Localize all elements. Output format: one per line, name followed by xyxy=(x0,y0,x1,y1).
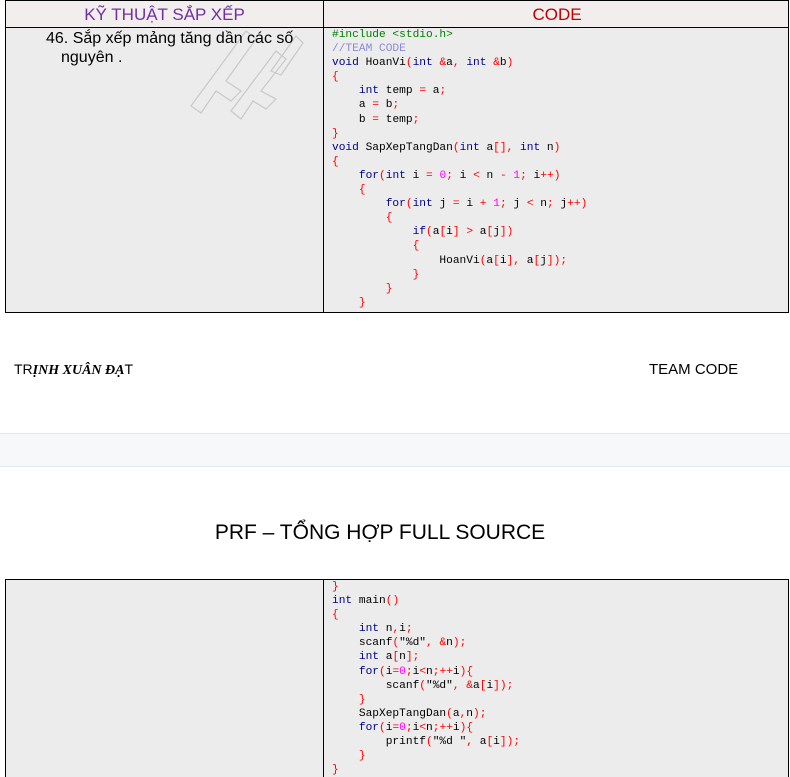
question-line-1: Sắp xếp mảng tăng dần các số xyxy=(72,30,294,47)
code-line: { xyxy=(332,609,339,622)
code-line: for(i=0;i<n;++i){ xyxy=(358,721,474,734)
code-line: void HoanVi(int &a, int &b) xyxy=(332,57,514,70)
code-line: //TEAM CODE xyxy=(332,43,406,56)
code-line: { xyxy=(332,155,339,168)
code-line: for(int i = 0; i < n - 1; i++) xyxy=(358,169,561,182)
code-line: if(a[i] > a[j]) xyxy=(412,226,514,239)
code-line: printf("%d ", a[i]); xyxy=(332,736,521,749)
code-table-top: KỸ THUẬT SẮP XẾP CODE 46. Sắp xếp mảng t… xyxy=(5,0,789,313)
question-number: 46. xyxy=(46,30,69,47)
code-line: } xyxy=(358,296,366,309)
author-name: TRỊNH XUÂN ĐẠT xyxy=(14,361,133,379)
author-italic: ỊNH XUÂN ĐẠ xyxy=(32,363,125,378)
code-line: for(i=0;i<n;++i){ xyxy=(358,665,474,678)
author-suffix: T xyxy=(124,361,134,377)
code-line: } xyxy=(412,268,420,281)
code-line: { xyxy=(332,71,339,84)
code-line: } xyxy=(332,127,339,140)
code-line: int a[n]; xyxy=(358,651,420,664)
code-line: #include <stdio.h> xyxy=(332,29,453,41)
code-line: { xyxy=(412,240,420,253)
code-line: SapXepTangDan(a,n); xyxy=(332,707,487,720)
code-line: for(int j = i + 1; j < n; j++) xyxy=(385,198,588,211)
code-line: int main() xyxy=(332,595,400,608)
column-divider xyxy=(323,580,324,777)
code-line: scanf("%d", &n); xyxy=(332,637,467,650)
code-line: int temp = a; xyxy=(358,85,447,98)
column-divider xyxy=(323,1,324,312)
code-line: } xyxy=(358,750,366,763)
code-line: } xyxy=(332,581,339,593)
code-block-1: #include <stdio.h> //TEAM CODE void Hoan… xyxy=(332,28,587,310)
team-label: TEAM CODE xyxy=(649,361,739,378)
question-line-2: nguyên . xyxy=(61,49,123,66)
table-header-row: KỸ THUẬT SẮP XẾP CODE xyxy=(6,1,788,28)
code-line: { xyxy=(385,212,393,225)
code-line: HoanVi(a[i], a[j]); xyxy=(332,254,568,267)
page-break xyxy=(0,433,790,467)
code-line: void SapXepTangDan(int a[], int n) xyxy=(332,141,561,154)
page-title: PRF – TỔNG HỢP FULL SOURCE xyxy=(214,521,546,544)
author-prefix: TR xyxy=(14,361,33,377)
code-line: a = b; xyxy=(332,99,400,112)
code-line: { xyxy=(358,184,366,197)
code-line: scanf("%d", &a[i]); xyxy=(332,679,514,692)
code-line: int n,i; xyxy=(358,623,413,636)
header-code: CODE xyxy=(532,5,582,24)
code-line: } xyxy=(332,764,339,777)
code-block-2: } int main() { int n,i; scanf("%d", &n);… xyxy=(332,580,520,777)
question-text: 46. Sắp xếp mảng tăng dần các số nguyên … xyxy=(46,29,322,67)
code-line: b = temp; xyxy=(332,113,420,126)
code-line: } xyxy=(358,693,366,706)
code-line: } xyxy=(385,282,393,295)
code-table-bottom: } int main() { int n,i; scanf("%d", &n);… xyxy=(5,579,789,777)
